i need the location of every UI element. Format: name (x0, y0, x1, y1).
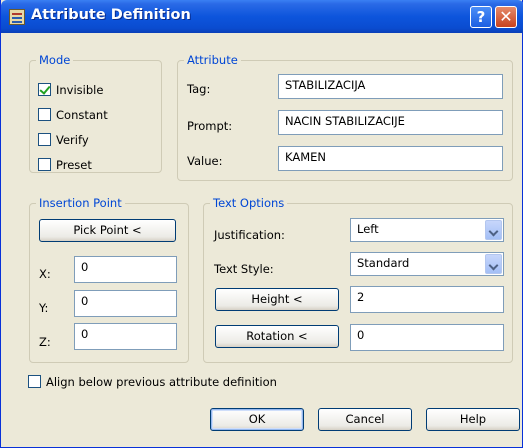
z-coordinate-input[interactable]: 0 (74, 323, 177, 350)
prompt-input[interactable]: NACIN STABILIZACIJE (278, 110, 503, 135)
invisible-checkbox[interactable] (38, 83, 51, 96)
pick-point-button[interactable]: Pick Point < (39, 219, 176, 242)
value-input[interactable]: KAMEN (278, 146, 503, 171)
help-icon[interactable]: ? (470, 6, 492, 28)
align-below-checkbox[interactable] (28, 375, 41, 388)
attribute-legend: Attribute (184, 53, 241, 67)
x-coordinate-input[interactable]: 0 (74, 256, 177, 283)
tag-label: Tag: (187, 82, 211, 96)
ok-button[interactable]: OK (210, 408, 304, 431)
mode-group: Mode Invisible Constant Verify Preset (29, 53, 162, 173)
value-label: Value: (187, 154, 223, 168)
align-below-label: Align below previous attribute definitio… (46, 375, 277, 389)
text-style-label: Text Style: (214, 262, 274, 276)
z-label: Z: (39, 335, 51, 349)
text-options-group: Text Options Justification: Left Text St… (203, 196, 513, 363)
tag-input[interactable]: STABILIZACIJA (278, 74, 503, 99)
verify-label: Verify (56, 133, 89, 147)
close-icon[interactable]: ✕ (495, 6, 517, 28)
text-options-legend: Text Options (210, 196, 288, 210)
preset-checkbox[interactable] (38, 158, 51, 171)
insertion-point-group: Insertion Point Pick Point < X: 0 Y: 0 Z… (29, 196, 189, 363)
verify-checkbox[interactable] (38, 133, 51, 146)
justification-label: Justification: (214, 228, 285, 242)
justification-value: Left (357, 222, 379, 236)
attribute-group: Attribute Tag: STABILIZACIJA Prompt: NAC… (177, 53, 513, 181)
y-coordinate-input[interactable]: 0 (74, 290, 177, 317)
help-button[interactable]: Help (426, 408, 520, 431)
chevron-down-icon[interactable] (485, 254, 502, 274)
preset-label: Preset (56, 158, 92, 172)
constant-checkbox[interactable] (38, 108, 51, 121)
prompt-label: Prompt: (187, 119, 233, 133)
text-style-select[interactable]: Standard (350, 252, 504, 276)
height-button[interactable]: Height < (215, 288, 339, 311)
chevron-down-icon[interactable] (485, 220, 502, 240)
title-bar[interactable]: Attribute Definition ? ✕ (1, 0, 523, 33)
height-input[interactable]: 2 (350, 286, 504, 313)
x-label: X: (39, 267, 51, 281)
insertion-point-legend: Insertion Point (36, 196, 125, 210)
window-title: Attribute Definition (31, 7, 191, 23)
cancel-button[interactable]: Cancel (318, 408, 412, 431)
text-style-value: Standard (357, 256, 410, 270)
attribute-definition-icon (9, 9, 25, 25)
mode-legend: Mode (36, 53, 74, 67)
justification-select[interactable]: Left (350, 218, 504, 242)
constant-label: Constant (56, 108, 108, 122)
attribute-definition-dialog: Attribute Definition ? ✕ Mode Invisible … (0, 0, 523, 448)
invisible-label: Invisible (56, 83, 104, 97)
rotation-button[interactable]: Rotation < (215, 325, 339, 348)
rotation-input[interactable]: 0 (350, 324, 504, 351)
y-label: Y: (39, 301, 49, 315)
